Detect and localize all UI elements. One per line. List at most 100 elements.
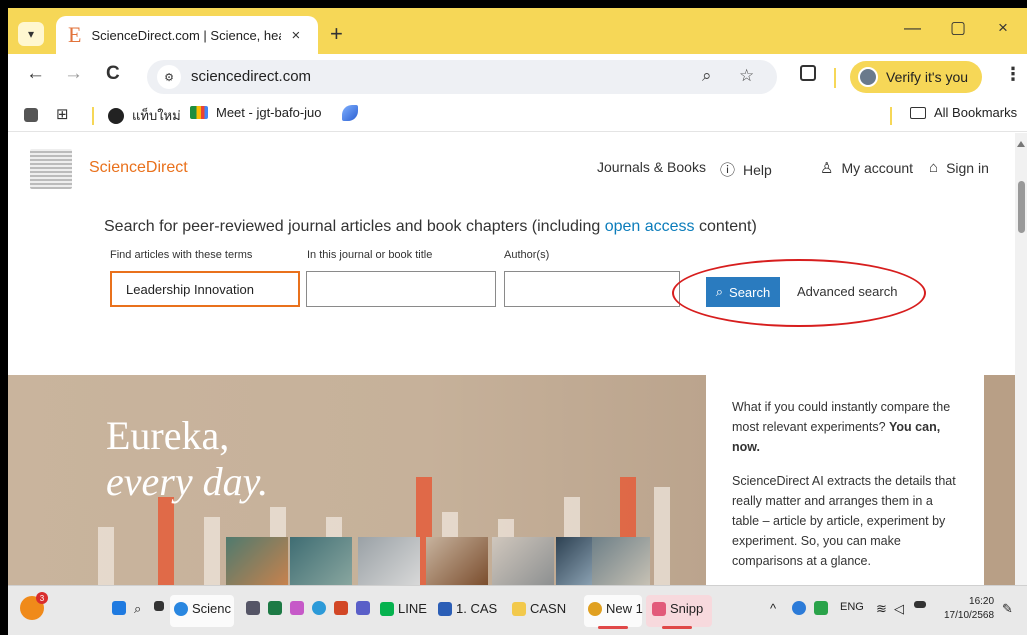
journal-input[interactable] <box>306 271 496 307</box>
taskbar-label: Snipp <box>670 601 704 616</box>
bookmarks-divider <box>890 107 892 125</box>
clock[interactable]: 16:20 17/10/2568 <box>944 595 994 623</box>
start-icon[interactable] <box>112 601 130 615</box>
hero-title-line2: every day. <box>106 459 269 504</box>
zoom-icon[interactable]: ⌕ <box>702 66 712 86</box>
heading-text: Search for peer-reviewed journal article… <box>104 218 605 235</box>
back-icon[interactable]: ← <box>26 63 45 85</box>
hero-paragraph-2: ScienceDirect AI extracts the details th… <box>732 474 956 568</box>
wifi-icon[interactable]: ≋ <box>876 601 887 617</box>
journal-label: In this journal or book title <box>307 249 433 261</box>
onedrive-icon[interactable] <box>792 601 810 615</box>
powerpoint-icon[interactable] <box>334 601 352 615</box>
scroll-up-icon[interactable] <box>1017 141 1025 147</box>
hero-title: Eureka, every day. <box>106 413 268 505</box>
language-indicator[interactable]: ENG <box>840 601 864 613</box>
close-tab-icon[interactable]: × <box>291 27 300 44</box>
teams-icon[interactable] <box>356 601 374 615</box>
task-view-icon[interactable] <box>154 601 168 611</box>
taskbar-word-cas[interactable]: 1. CAS <box>438 601 497 616</box>
author-input[interactable] <box>504 271 680 307</box>
notifications-icon[interactable]: ✎ <box>1002 601 1013 617</box>
sidebar-toggle-icon[interactable] <box>24 108 38 122</box>
bookmarks-divider <box>92 107 94 125</box>
camera-icon[interactable] <box>246 601 264 615</box>
page-scrollbar[interactable] <box>1015 133 1027 585</box>
help-link[interactable]: ⓘ Help <box>720 159 772 180</box>
reload-icon[interactable]: C <box>106 63 120 85</box>
tab-search-button[interactable]: ▾ <box>18 22 44 46</box>
apps-grid-icon[interactable]: ⊞ <box>56 105 69 123</box>
site-info-icon[interactable]: ⚙ <box>157 65 181 89</box>
windows-taskbar: 3 ⌕ Scienc LINE 1. CAS CASN New 1 Snipp … <box>8 585 1027 635</box>
browser-toolbar: ← → C ⚙ sciencedirect.com ⌕ ☆ Verify it'… <box>8 54 1027 98</box>
terms-label: Find articles with these terms <box>110 249 253 261</box>
taskbar-label: Scienc <box>192 601 232 616</box>
bookmark-feather[interactable] <box>342 105 358 121</box>
taskbar-label: LINE <box>398 601 427 616</box>
meet-icon <box>190 106 208 119</box>
restore-icon[interactable]: ▢ <box>950 18 966 38</box>
institution-icon: ⌂ <box>929 159 939 176</box>
excel-icon[interactable] <box>268 601 286 615</box>
heading-text: content) <box>694 218 757 235</box>
taskbar-chrome-sciencedirect[interactable]: Scienc <box>174 601 231 616</box>
taskbar-line[interactable]: LINE <box>380 601 427 616</box>
tab-sciencedirect[interactable]: E ScienceDirect.com | Science, healt × <box>56 16 318 54</box>
help-icon: ⓘ <box>720 162 736 179</box>
hero-edge <box>984 375 1015 585</box>
sign-in-link[interactable]: ⌂ Sign in <box>929 159 989 176</box>
tray-chevron-icon[interactable]: ^ <box>770 601 776 616</box>
edge-icon[interactable] <box>312 601 330 615</box>
close-window-icon[interactable]: × <box>998 18 1008 38</box>
clock-date: 17/10/2568 <box>944 610 995 621</box>
scrollbar-thumb[interactable] <box>1018 181 1025 233</box>
minimize-icon[interactable]: — <box>904 18 921 38</box>
tray-app-icon[interactable] <box>814 601 832 615</box>
taskbar-chrome-new[interactable]: New 1 <box>588 601 643 616</box>
open-access-link[interactable]: open access <box>605 218 695 235</box>
sign-in-label: Sign in <box>946 159 989 176</box>
bookmark-label: Meet - jgt-bafo-juo <box>216 105 322 120</box>
bookmark-star-icon[interactable]: ☆ <box>739 66 754 86</box>
page-content: ScienceDirect Journals & Books ⓘ Help ♙ … <box>8 133 1015 585</box>
address-bar[interactable]: ⚙ sciencedirect.com ⌕ ☆ <box>147 60 777 94</box>
hero-paragraph-1: What if you could instantly compare the … <box>732 397 958 457</box>
elsevier-logo[interactable] <box>30 149 72 189</box>
browser-window: ▾ E ScienceDirect.com | Science, healt ×… <box>8 8 1027 635</box>
globe-icon <box>108 107 124 124</box>
terms-input[interactable] <box>110 271 300 307</box>
verify-profile-button[interactable]: Verify it's you <box>850 61 982 93</box>
all-bookmarks-button[interactable]: All Bookmarks <box>910 105 1017 120</box>
volume-icon[interactable]: ◁ <box>894 601 904 617</box>
hero-text-panel: What if you could instantly compare the … <box>706 375 984 585</box>
tab-title: ScienceDirect.com | Science, healt <box>91 27 282 43</box>
my-account-link[interactable]: ♙ My account <box>820 159 913 177</box>
search-taskbar-icon[interactable]: ⌕ <box>134 601 141 617</box>
sciencedirect-logo[interactable]: ScienceDirect <box>89 159 188 177</box>
taskbar-folder-casn[interactable]: CASN <box>512 601 566 616</box>
chevron-down-icon: ▾ <box>27 27 35 41</box>
menu-kebab-icon[interactable]: ⋮ <box>1004 64 1022 85</box>
help-label: Help <box>743 161 772 178</box>
all-bookmarks-label: All Bookmarks <box>934 105 1018 120</box>
author-label: Author(s) <box>504 249 550 261</box>
bookmark-label: แท็บใหม่ <box>132 108 181 123</box>
photos-icon[interactable] <box>290 601 308 615</box>
journals-books-link[interactable]: Journals & Books <box>597 159 706 175</box>
forward-icon[interactable]: → <box>64 63 83 85</box>
elsevier-favicon-icon: E <box>68 22 82 47</box>
toolbar-divider <box>834 68 836 88</box>
folder-icon <box>910 106 926 119</box>
taskbar-label: 1. CAS <box>456 601 498 616</box>
hero-image: Eureka, every day. <box>8 375 706 585</box>
taskbar-snipping[interactable]: Snipp <box>652 601 703 616</box>
new-tab-button[interactable]: + <box>330 21 343 47</box>
notification-badge: 3 <box>36 592 48 604</box>
extensions-icon[interactable] <box>800 65 816 81</box>
bookmark-meet[interactable]: Meet - jgt-bafo-juo <box>190 105 322 120</box>
bookmarks-bar: ⊞ แท็บใหม่ Meet - jgt-bafo-juo All Bookm… <box>8 98 1027 132</box>
battery-icon[interactable] <box>914 601 930 608</box>
hero-banner: Eureka, every day. What if you could ins… <box>8 375 1015 585</box>
bookmark-new-tab[interactable]: แท็บใหม่ <box>108 105 181 126</box>
